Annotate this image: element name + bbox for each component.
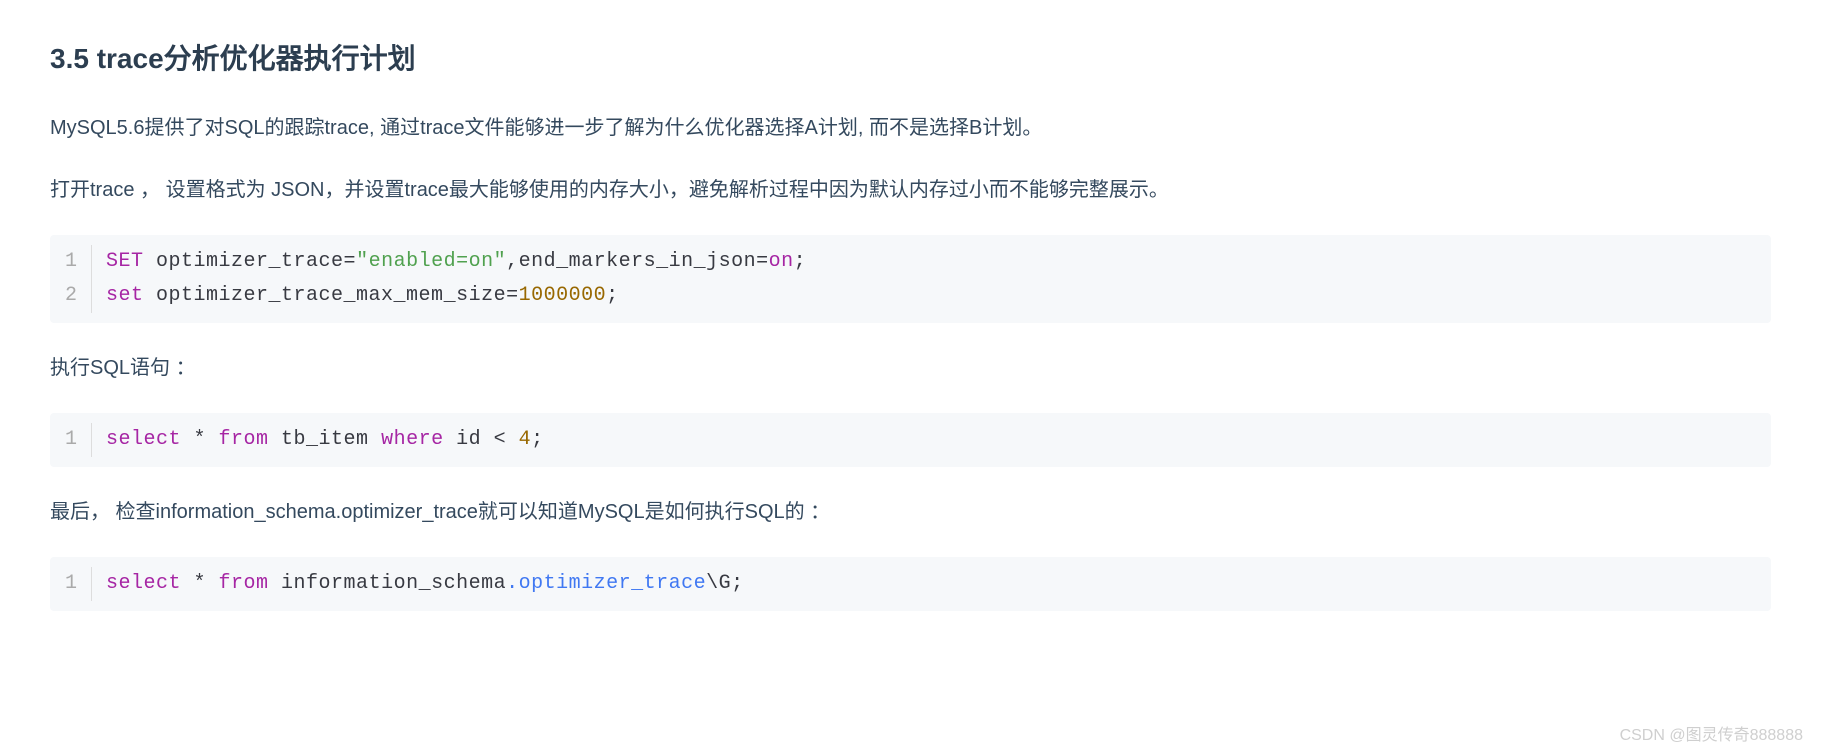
code-line: 2 set optimizer_trace_max_mem_size=10000…	[62, 279, 1759, 313]
watermark: CSDN @图灵传奇888888	[1620, 722, 1803, 749]
line-number: 1	[62, 567, 92, 601]
code-line: 1 select * from information_schema.optim…	[62, 567, 1759, 601]
code-content: SET optimizer_trace="enabled=on",end_mar…	[106, 245, 806, 279]
code-block-3: 1 select * from information_schema.optim…	[50, 557, 1771, 611]
code-block-2: 1 select * from tb_item where id < 4;	[50, 413, 1771, 467]
code-content: select * from tb_item where id < 4;	[106, 423, 544, 457]
paragraph-exec-sql: 执行SQL语句 ：	[50, 351, 1771, 385]
line-number: 1	[62, 245, 92, 279]
section-heading: 3.5 trace分析优化器执行计划	[50, 35, 1771, 83]
code-content: select * from information_schema.optimiz…	[106, 567, 744, 601]
code-line: 1 select * from tb_item where id < 4;	[62, 423, 1759, 457]
code-line: 1 SET optimizer_trace="enabled=on",end_m…	[62, 245, 1759, 279]
code-block-1: 1 SET optimizer_trace="enabled=on",end_m…	[50, 235, 1771, 323]
line-number: 1	[62, 423, 92, 457]
paragraph-check-trace: 最后， 检查information_schema.optimizer_trace…	[50, 495, 1771, 529]
code-content: set optimizer_trace_max_mem_size=1000000…	[106, 279, 619, 313]
paragraph-open-trace: 打开trace ， 设置格式为 JSON，并设置trace最大能够使用的内存大小…	[50, 173, 1771, 207]
line-number: 2	[62, 279, 92, 313]
paragraph-intro: MySQL5.6提供了对SQL的跟踪trace, 通过trace文件能够进一步了…	[50, 111, 1771, 145]
